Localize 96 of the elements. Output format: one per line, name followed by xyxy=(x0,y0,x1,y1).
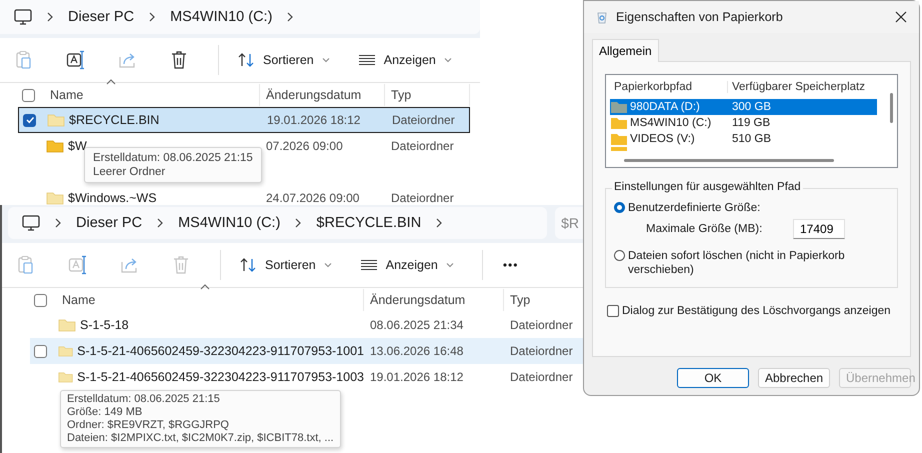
caret-icon xyxy=(324,262,332,268)
type-cell-text: Dateiordner xyxy=(509,370,574,384)
scrollbar[interactable] xyxy=(624,159,834,162)
drive-name[interactable]: VIDEOS (V:) xyxy=(630,133,695,145)
chevron-icon xyxy=(54,217,62,229)
file-name: $RECYCLE.BIN xyxy=(69,113,160,127)
type-cell-text: Dateiordner xyxy=(509,344,574,358)
checkbox-label[interactable]: Dialog zur Bestätigung des Löschvorgangs anzeigen xyxy=(622,304,891,318)
more-button[interactable]: ••• xyxy=(494,254,526,276)
type-cell-text: Dateiordner xyxy=(509,318,574,332)
drive-name: 980DATA (D:) xyxy=(630,101,700,113)
checkbox[interactable] xyxy=(22,88,35,102)
tooltip-text: Dateien: $I2MPIXC.txt, $IC2M0K7.zip, $ICBIT78.txt, ... xyxy=(67,432,334,445)
chevron-icon xyxy=(286,11,294,23)
radio-button[interactable] xyxy=(614,202,625,213)
column-header[interactable]: Name xyxy=(44,84,260,106)
lines-icon xyxy=(360,259,378,271)
file-row[interactable]: $RECYCLE.BIN 19.01.2026 18:12 Dateiordner xyxy=(18,107,470,133)
option-label[interactable]: Benutzerdefinierte Größe: xyxy=(628,201,760,215)
tooltip-text: Größe: 149 MB xyxy=(67,406,144,419)
view-button[interactable]: Anzeigen xyxy=(352,49,458,71)
date-cell-text: 19.01.2026 18:12 xyxy=(369,370,464,384)
field-label: Maximale Größe (MB): xyxy=(646,223,764,235)
breadcrumb-item[interactable]: Dieser PC xyxy=(68,9,134,25)
column-header[interactable]: Änderungsdatum xyxy=(364,289,504,311)
chevron-icon xyxy=(294,217,302,229)
checkmark-icon xyxy=(24,115,34,125)
column-header[interactable]: Verfügbarer Speicherplatz xyxy=(728,81,877,93)
chevron-icon xyxy=(435,217,444,229)
dialog-button[interactable]: OK xyxy=(677,368,749,388)
free-space: 510 GB xyxy=(731,133,772,145)
caret-icon xyxy=(322,57,330,63)
tooltip-text: Leerer Ordner xyxy=(93,165,166,179)
address-bar[interactable]: Dieser PC MS4WIN10 (C:) $RECYCLE.BIN xyxy=(8,207,548,239)
file-row[interactable]: S-1-5-21-4065602459-322304223-911707953-1001 13.06.2026 16:48 Dateiordner xyxy=(30,338,585,364)
sort-arrows-icon xyxy=(237,52,255,68)
monitor-icon xyxy=(14,9,32,25)
monitor-icon xyxy=(22,215,40,231)
file-name[interactable]: S-1-5-18 xyxy=(80,318,129,332)
date-cell-text: 08.06.2025 21:34 xyxy=(369,318,464,332)
caret-icon xyxy=(444,57,452,63)
rename-icon xyxy=(68,255,88,275)
sort-button[interactable]: Sortieren xyxy=(231,48,336,72)
date-cell-text: 24.07.2026 09:00 xyxy=(265,191,360,205)
list-row[interactable]: 980DATA (D:) 300 GB xyxy=(610,99,877,115)
breadcrumb-item[interactable]: MS4WIN10 (C:) xyxy=(170,9,272,25)
free-space: 119 GB xyxy=(731,117,772,129)
drive-name[interactable]: MS4WIN10 (C:) xyxy=(630,117,712,129)
file-name: S-1-5-21-4065602459-322304223-911707953-1001 xyxy=(77,344,364,358)
chevron-icon xyxy=(46,11,54,23)
group-title: Einstellungen für ausgewählten Pfad xyxy=(612,181,803,193)
column-header[interactable]: Änderungsdatum xyxy=(260,84,385,106)
breadcrumb-item[interactable]: MS4WIN10 (C:) xyxy=(178,215,280,231)
size-input[interactable]: 17409 xyxy=(793,219,845,239)
rename-icon xyxy=(66,50,86,70)
tab[interactable]: Allgemein xyxy=(592,39,659,62)
date-cell-text: 19.01.2026 18:12 xyxy=(266,113,362,127)
column-header[interactable]: Papierkorbpfad xyxy=(610,81,728,93)
sort-button[interactable]: Sortieren xyxy=(233,253,338,277)
tooltip-text: Erstelldatum: 08.06.2025 21:15 xyxy=(67,393,221,406)
recycle-bin-icon xyxy=(596,10,608,24)
free-space: 300 GB xyxy=(731,101,772,113)
file-name[interactable]: $Windows.~WS xyxy=(68,191,157,205)
column-header[interactable]: Name xyxy=(56,289,364,311)
checkbox[interactable] xyxy=(607,305,619,317)
sort-caret-icon xyxy=(106,79,116,85)
tooltip-text: Erstelldatum: 08.06.2025 21:15 xyxy=(93,151,253,165)
dialog-button[interactable]: Abbrechen xyxy=(758,368,830,388)
window-title: Eigenschaften von Papierkorb xyxy=(616,10,784,24)
date-cell-text: 07.2026 09:00 xyxy=(265,139,344,153)
folder-icon xyxy=(610,100,628,114)
scrollbar[interactable] xyxy=(890,93,893,123)
file-name[interactable]: S-1-5-21-4065602459-322304223-911707953-1003 xyxy=(77,370,364,384)
tooltip-text: Ordner: $RE9VRZT, $RGGJRPQ xyxy=(67,419,230,432)
date-cell-text: 13.06.2026 16:48 xyxy=(369,344,464,358)
breadcrumb-item[interactable]: Dieser PC xyxy=(76,215,142,231)
chevron-icon xyxy=(156,217,164,229)
sort-arrows-icon xyxy=(239,257,257,273)
type-cell-text: Dateiordner xyxy=(390,191,455,205)
sort-caret-icon xyxy=(200,284,210,290)
caret-icon xyxy=(446,262,454,268)
chevron-icon xyxy=(148,11,156,23)
type-cell-text: Dateiordner xyxy=(390,139,455,153)
lines-icon xyxy=(358,54,376,66)
checkbox[interactable] xyxy=(23,114,36,126)
column-header[interactable]: Typ xyxy=(385,84,470,106)
file-name[interactable]: $W xyxy=(68,139,87,153)
breadcrumb-item[interactable]: $RECYCLE.BIN xyxy=(316,215,422,231)
checkbox[interactable] xyxy=(34,294,47,306)
checkbox[interactable] xyxy=(34,344,47,358)
type-cell-text: Dateiordner xyxy=(391,113,456,127)
close-icon[interactable] xyxy=(895,11,907,23)
radio-button[interactable] xyxy=(614,250,625,261)
view-button[interactable]: Anzeigen xyxy=(354,254,460,276)
address-bar[interactable]: Dieser PC MS4WIN10 (C:) xyxy=(0,0,480,34)
option-label[interactable]: Dateien sofort löschen (nicht in Papierkorb verschieben) xyxy=(628,249,889,277)
